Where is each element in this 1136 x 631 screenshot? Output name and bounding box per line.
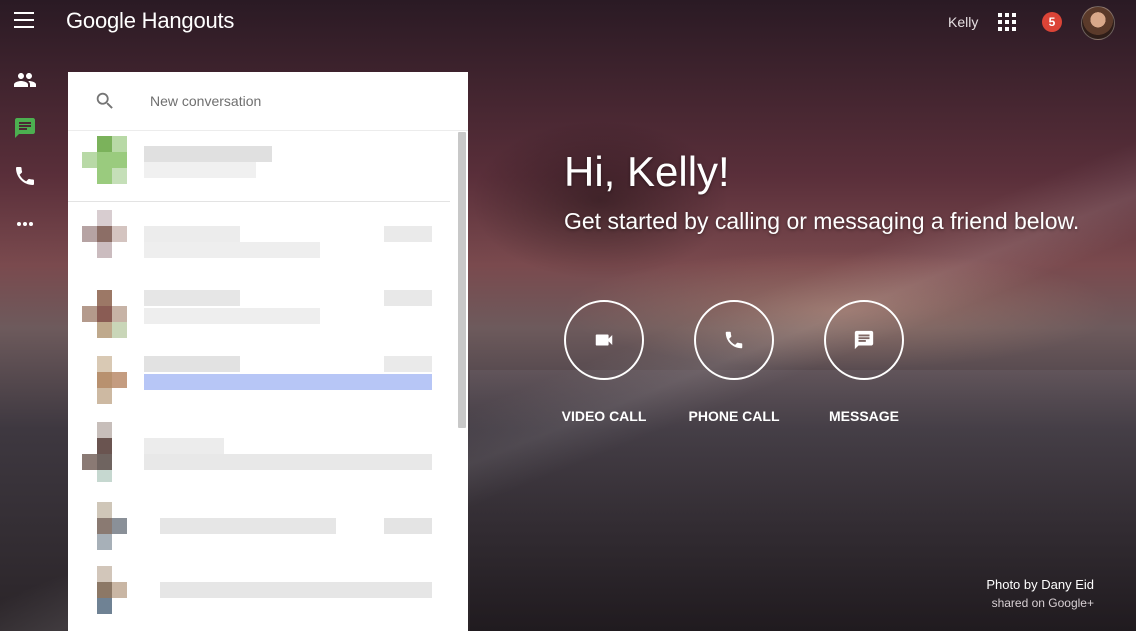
- video-camera-icon: [595, 334, 613, 346]
- message-icon: [854, 330, 874, 350]
- message-preview: [144, 454, 432, 470]
- menu-icon[interactable]: [14, 12, 34, 28]
- timestamp: [384, 290, 432, 306]
- message-label[interactable]: MESSAGE: [804, 408, 924, 424]
- more-icon[interactable]: [13, 212, 37, 236]
- conversation-item[interactable]: [82, 136, 438, 184]
- message-button[interactable]: [824, 300, 904, 380]
- phone-call-button[interactable]: [694, 300, 774, 380]
- conversation-item[interactable]: [82, 210, 438, 258]
- app-logo[interactable]: Google Hangouts: [66, 8, 234, 34]
- user-name: Kelly: [948, 14, 979, 30]
- list-divider: [68, 201, 450, 202]
- message-preview: [144, 162, 256, 178]
- contact-name: [144, 356, 240, 372]
- video-call-button[interactable]: [564, 300, 644, 380]
- photo-shared-on: shared on Google+: [991, 596, 1094, 610]
- contact-name: [144, 146, 272, 162]
- contact-name: [144, 438, 224, 454]
- avatar: [82, 210, 128, 258]
- contact-name: [144, 226, 240, 242]
- conversation-item[interactable]: [82, 422, 438, 482]
- message-preview: [144, 242, 320, 258]
- search-icon[interactable]: [94, 90, 116, 112]
- conversation-item[interactable]: [82, 290, 438, 338]
- avatar: [82, 290, 128, 338]
- notification-badge[interactable]: 5: [1042, 12, 1062, 32]
- conversation-panel: [68, 72, 468, 631]
- account-avatar[interactable]: [1081, 6, 1115, 40]
- video-call-label[interactable]: VIDEO CALL: [544, 408, 664, 424]
- search-bar: [68, 72, 468, 131]
- message-preview: [160, 582, 432, 598]
- phone-icon: [725, 331, 743, 349]
- conversation-item[interactable]: [82, 566, 438, 614]
- timestamp: [384, 226, 432, 242]
- contacts-icon[interactable]: [13, 68, 37, 92]
- conversation-item[interactable]: [82, 502, 438, 550]
- avatar: [82, 356, 128, 404]
- contact-name: [144, 290, 240, 306]
- phone-call-label[interactable]: PHONE CALL: [674, 408, 794, 424]
- apps-grid-icon[interactable]: [998, 13, 1016, 31]
- avatar: [82, 566, 128, 614]
- message-preview: [160, 518, 336, 534]
- avatar: [82, 502, 128, 550]
- timestamp: [384, 518, 432, 534]
- message-preview: [144, 374, 432, 390]
- welcome-greeting: Hi, Kelly!: [564, 148, 730, 195]
- background-cloud: [470, 120, 730, 280]
- photo-credit[interactable]: Photo by Dany Eid: [986, 577, 1094, 592]
- avatar: [82, 136, 128, 184]
- phone-icon[interactable]: [13, 164, 37, 188]
- avatar: [82, 422, 128, 482]
- conversation-scrollbar[interactable]: [458, 132, 466, 428]
- new-conversation-input[interactable]: [148, 92, 442, 110]
- message-preview: [144, 308, 320, 324]
- timestamp: [384, 356, 432, 372]
- welcome-subtitle: Get started by calling or messaging a fr…: [564, 208, 1080, 234]
- conversations-icon[interactable]: [13, 116, 37, 140]
- conversation-item[interactable]: [82, 356, 438, 404]
